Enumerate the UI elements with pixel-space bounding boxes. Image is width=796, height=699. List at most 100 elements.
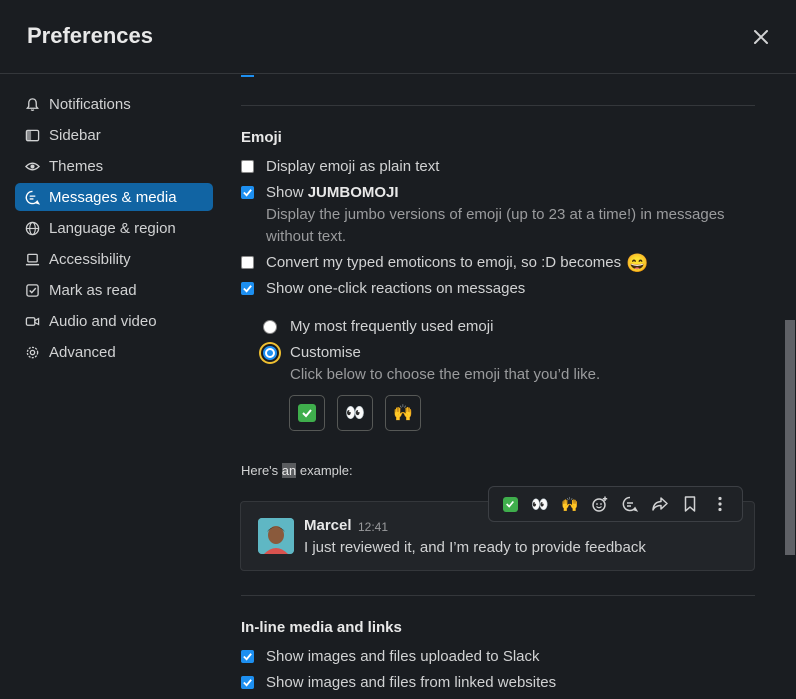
convert-emoticons-option[interactable]: Convert my typed emoticons to emoji, so … — [241, 254, 649, 272]
scrollbar-thumb[interactable] — [785, 320, 795, 555]
sidebar-item-label: Audio and video — [49, 312, 157, 330]
section-title-inline-media: In-line media and links — [241, 619, 402, 636]
frequent-emoji-option[interactable]: My most frequently used emoji — [263, 318, 493, 335]
eyes-emoji: 👀 — [345, 405, 365, 422]
jumbomoji-label: Show JUMBOMOJI — [266, 184, 399, 201]
react-eyes-button[interactable]: 👀 — [525, 489, 555, 519]
example-label-prefix: Here's — [241, 463, 282, 478]
sidebar-item-label: Sidebar — [49, 126, 101, 144]
sidebar-item-label: Mark as read — [49, 281, 137, 299]
section-title-emoji: Emoji — [241, 129, 282, 146]
custom-emoji-button-1[interactable] — [289, 395, 325, 431]
sidebar-item-advanced[interactable]: Advanced — [15, 338, 213, 366]
frequent-emoji-label: My most frequently used emoji — [290, 318, 494, 335]
customise-emoji-label: Customise — [290, 344, 361, 361]
sidebar-item-sidebar[interactable]: Sidebar — [15, 121, 213, 149]
scrolled-checkbox-remnant — [241, 75, 254, 77]
raised-hands-emoji: 🙌 — [393, 405, 413, 422]
customise-help: Click below to choose the emoji that you… — [290, 366, 601, 383]
plain-text-emoji-label: Display emoji as plain text — [266, 158, 440, 175]
sidebar-item-label: Language & region — [49, 219, 176, 237]
sidebar-item-notifications[interactable]: Notifications — [15, 90, 213, 118]
sidebar-item-themes[interactable]: Themes — [15, 152, 213, 180]
video-icon — [24, 313, 40, 329]
sidebar-item-label: Messages & media — [49, 188, 177, 206]
share-icon — [652, 497, 668, 511]
thread-icon — [622, 496, 639, 512]
eyes-emoji: 👀 — [531, 495, 549, 512]
example-label-highlight: an — [281, 463, 297, 478]
jumbomoji-label-prefix: Show — [266, 184, 308, 201]
show-linked-files-checkbox[interactable] — [241, 676, 254, 689]
add-reaction-icon — [592, 496, 608, 512]
sidebar-icon — [24, 127, 40, 143]
check-mark-emoji — [502, 496, 518, 512]
plain-text-emoji-option[interactable]: Display emoji as plain text — [241, 158, 439, 175]
customise-emoji-radio[interactable] — [263, 345, 277, 360]
react-hands-button[interactable]: 🙌 — [555, 489, 585, 519]
laptop-icon — [24, 251, 40, 267]
checkbox-icon — [24, 282, 40, 298]
custom-emoji-button-3[interactable]: 🙌 — [385, 395, 421, 431]
example-label-suffix: example: — [296, 463, 353, 478]
message-actions-toolbar: 👀 🙌 — [488, 486, 743, 522]
show-uploaded-files-label: Show images and files uploaded to Slack — [266, 648, 540, 665]
globe-icon — [24, 220, 40, 236]
forward-button[interactable] — [645, 489, 675, 519]
gear-icon — [24, 344, 40, 360]
jumbomoji-checkbox[interactable] — [241, 186, 254, 199]
bell-icon — [24, 96, 40, 112]
convert-emoticons-checkbox[interactable] — [241, 256, 254, 269]
sidebar-item-language[interactable]: Language & region — [15, 214, 213, 242]
raised-hands-emoji: 🙌 — [561, 495, 579, 512]
close-button[interactable] — [748, 24, 774, 50]
avatar — [258, 518, 294, 554]
sidebar-item-audio-video[interactable]: Audio and video — [15, 307, 213, 335]
one-click-reactions-option[interactable]: Show one-click reactions on messages — [241, 280, 525, 297]
check-mark-emoji — [298, 404, 316, 422]
smile-emoji: 😄 — [626, 253, 649, 273]
more-vertical-icon — [718, 496, 722, 512]
page-title: Preferences — [27, 23, 153, 48]
close-icon — [754, 30, 768, 44]
header: Preferences — [0, 0, 796, 74]
bookmark-icon — [684, 496, 696, 512]
convert-emoticons-label: Convert my typed emoticons to emoji, so … — [266, 254, 622, 271]
show-uploaded-files-checkbox[interactable] — [241, 650, 254, 663]
show-linked-files-label: Show images and files from linked websit… — [266, 674, 557, 691]
one-click-reactions-label: Show one-click reactions on messages — [266, 280, 526, 297]
show-uploaded-files-option[interactable]: Show images and files uploaded to Slack — [241, 648, 540, 665]
eye-icon — [24, 158, 40, 174]
save-button[interactable] — [675, 489, 705, 519]
sidebar: Notifications Sidebar Themes Messages & … — [15, 90, 213, 369]
add-reaction-button[interactable] — [585, 489, 615, 519]
sidebar-item-messages-media[interactable]: Messages & media — [15, 183, 213, 211]
custom-emoji-button-2[interactable]: 👀 — [337, 395, 373, 431]
divider — [241, 595, 755, 596]
plain-text-emoji-checkbox[interactable] — [241, 160, 254, 173]
react-check-button[interactable] — [495, 489, 525, 519]
message-timestamp[interactable]: 12:41 — [358, 520, 388, 534]
frequent-emoji-radio[interactable] — [263, 319, 277, 334]
more-actions-button[interactable] — [705, 489, 735, 519]
sidebar-item-accessibility[interactable]: Accessibility — [15, 245, 213, 273]
message-author[interactable]: Marcel — [304, 517, 352, 534]
show-linked-files-option[interactable]: Show images and files from linked websit… — [241, 674, 556, 691]
customise-emoji-option[interactable]: Customise — [263, 344, 361, 361]
reply-thread-button[interactable] — [615, 489, 645, 519]
sidebar-item-label: Themes — [49, 157, 104, 175]
sidebar-item-label: Advanced — [49, 343, 116, 361]
jumbomoji-help-line2: without text. — [266, 228, 347, 245]
divider — [241, 105, 755, 106]
jumbomoji-help: Display the jumbo versions of emoji (up … — [266, 204, 725, 248]
jumbomoji-label-bold: JUMBOMOJI — [307, 184, 399, 201]
example-label: Here's an example: — [241, 463, 353, 478]
sidebar-item-label: Notifications — [49, 95, 131, 113]
one-click-reactions-checkbox[interactable] — [241, 282, 254, 295]
sidebar-item-mark-as-read[interactable]: Mark as read — [15, 276, 213, 304]
message-icon — [24, 189, 40, 205]
sidebar-item-label: Accessibility — [49, 250, 131, 268]
message-text: I just reviewed it, and I’m ready to pro… — [304, 539, 646, 556]
jumbomoji-help-line1: Display the jumbo versions of emoji (up … — [266, 206, 725, 223]
jumbomoji-option[interactable]: Show JUMBOMOJI — [241, 184, 399, 201]
